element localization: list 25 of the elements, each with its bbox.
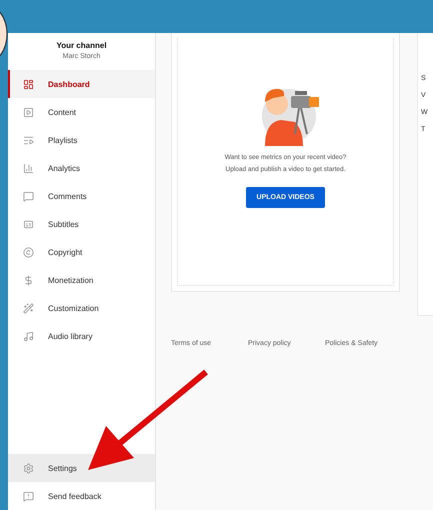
settings-icon [23,462,34,474]
nav-item[interactable]: Dashboard [8,70,155,98]
play-icon [23,106,34,118]
nav-item[interactable]: Subtitles [8,210,155,238]
nav-item[interactable]: Send feedback [8,482,155,510]
comment-icon [23,190,34,202]
chart-icon [23,162,34,174]
nav-item[interactable]: Playlists [8,126,155,154]
nav-item[interactable]: Audio library [8,322,155,350]
nav-item[interactable]: Comments [8,182,155,210]
dollar-icon [23,274,34,286]
feedback-icon [23,490,34,502]
nav-item[interactable]: Copyright [8,238,155,266]
captions-icon [23,218,34,230]
nav-item[interactable]: Analytics [8,154,155,182]
dashboard-icon [23,78,34,90]
wand-icon [23,302,34,314]
music-icon [23,330,34,342]
nav-item[interactable]: Settings [8,454,155,482]
nav-item[interactable]: Customization [8,294,155,322]
copyright-icon [23,246,34,258]
playlist-icon [23,134,34,146]
nav-item[interactable]: Monetization [8,266,155,294]
channel-title: Your channel [56,41,107,50]
nav-item[interactable]: Content [8,98,155,126]
